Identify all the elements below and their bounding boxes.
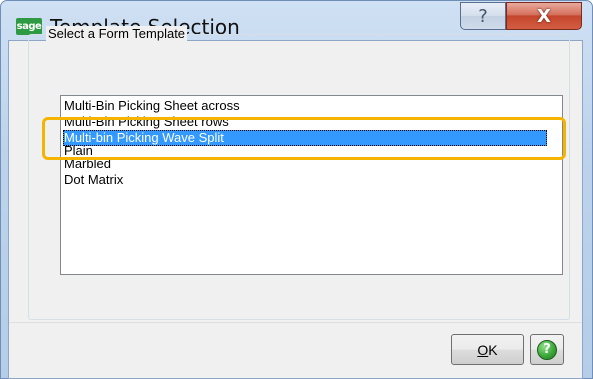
help-glyph: ? (543, 342, 551, 357)
list-item-multi-bin-wave-split[interactable]: Multi-bin Picking Wave Split (63, 130, 547, 146)
close-button[interactable]: X (506, 2, 582, 30)
question-mark-icon: ? (478, 5, 488, 27)
ok-mnemonic: O (477, 341, 489, 358)
help-button[interactable]: ? (530, 334, 564, 365)
close-x-icon: X (537, 5, 551, 27)
list-item-multi-bin-across[interactable]: Multi-Bin Picking Sheet across (63, 98, 547, 114)
title-help-button[interactable]: ? (460, 2, 506, 30)
list-item-dot-matrix[interactable]: Dot Matrix (63, 172, 547, 188)
green-help-icon: ? (537, 339, 557, 360)
ok-label-rest: K (488, 341, 498, 358)
template-listbox[interactable]: Multi-Bin Picking Sheet across Multi-Bin… (60, 95, 563, 275)
list-item-multi-bin-rows[interactable]: Multi-Bin Picking Sheet rows (63, 114, 547, 130)
ok-button[interactable]: OK (451, 334, 524, 365)
sage-logo-icon: sage (16, 18, 42, 35)
list-item-marbled[interactable]: Marbled (63, 156, 547, 172)
button-area-separator (9, 322, 582, 323)
app-logo-text: sage (16, 21, 42, 32)
group-label: Select a Form Template (46, 26, 188, 41)
